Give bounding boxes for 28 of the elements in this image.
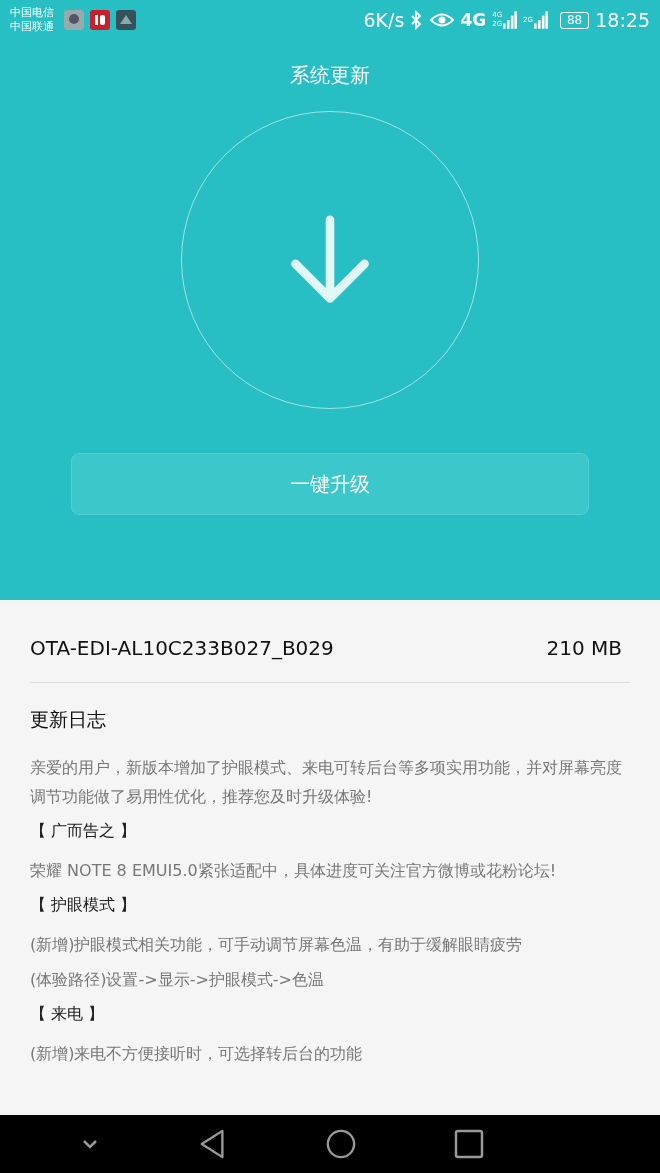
changelog-text: (新增)来电不方便接听时，可选择转后台的功能 [30, 1043, 364, 1065]
page-title: 系统更新 [290, 62, 370, 89]
app-icon [64, 10, 84, 30]
changelog-heading: 【 广而告之 】 [30, 821, 138, 842]
app-icon [90, 10, 110, 30]
app-icon [116, 10, 136, 30]
package-name: OTA-EDI-AL10C233B027_B029 [30, 636, 334, 660]
package-size: 210 MB [546, 636, 622, 660]
battery-indicator: 88 [559, 11, 590, 29]
eye-icon [430, 12, 455, 28]
changelog-heading: 【 来电 】 [30, 1004, 106, 1025]
changelog-text: 亲爱的用户，新版本增加了护眼模式、来电可转后台等多项实用功能，并对屏幕亮度调节功能做了易用性优化，推荐您及时升级体验! [30, 757, 623, 808]
carrier-name: 中国联通 [10, 20, 54, 34]
home-icon[interactable] [326, 1129, 356, 1159]
chevron-down-icon[interactable] [80, 1137, 100, 1151]
clock: 18:25 [595, 9, 650, 31]
carrier-name: 中国电信 [10, 6, 54, 20]
network-speed: 6K/s [363, 9, 405, 31]
recents-icon[interactable] [454, 1129, 484, 1159]
upgrade-button[interactable]: 一键升级 [71, 453, 589, 515]
changelog-title: 更新日志 [30, 707, 107, 732]
changelog-text: (体验路径)设置->显示->护眼模式->色温 [30, 969, 326, 991]
network-type: 4G [460, 10, 487, 30]
changelog-heading: 【 护眼模式 】 [30, 895, 138, 916]
changelog-text: (新增)护眼模式相关功能，可手动调节屏幕色温，有助于缓解眼睛疲劳 [30, 934, 524, 956]
changelog-text: 荣耀 NOTE 8 EMUI5.0紧张适配中，具体进度可关注官方微博或花粉论坛! [30, 860, 558, 882]
signal-icon [533, 11, 548, 29]
signal-icon [503, 11, 518, 29]
